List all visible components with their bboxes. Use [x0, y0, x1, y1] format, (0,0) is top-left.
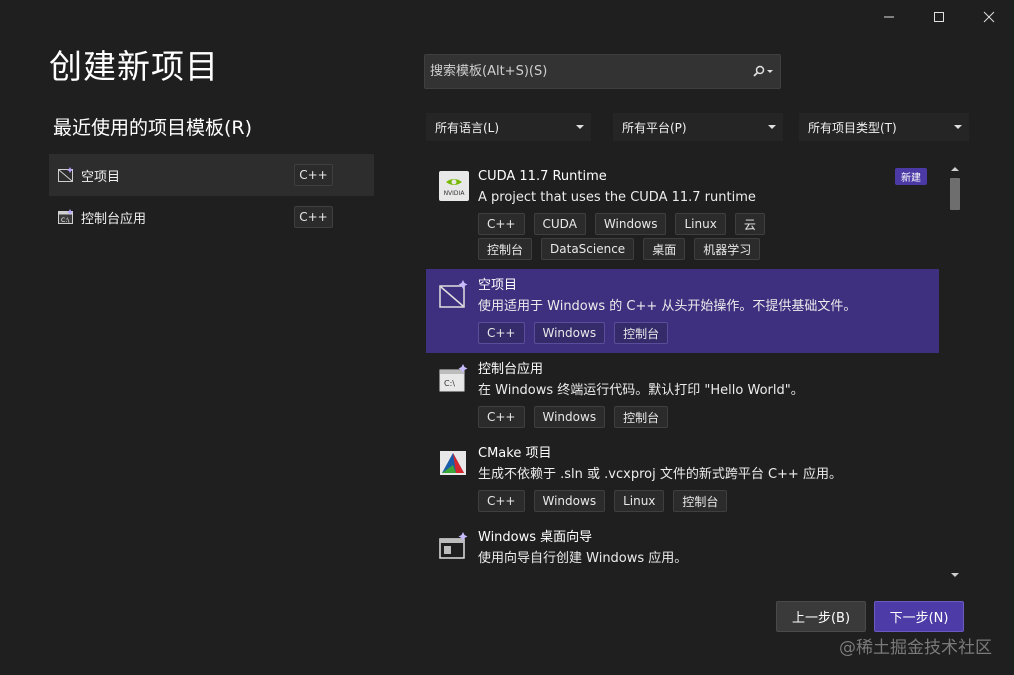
template-name: 控制台应用	[478, 362, 544, 377]
minimize-icon	[884, 16, 894, 18]
new-badge: 新建	[895, 168, 927, 185]
recent-item-empty-project[interactable]: 空项目 C++	[49, 154, 374, 196]
template-list: NVIDIA CUDA 11.7 Runtime A project that …	[426, 160, 939, 583]
template-list-scrollbar[interactable]	[946, 160, 964, 583]
tag: 桌面	[643, 238, 686, 260]
minimize-button[interactable]	[864, 0, 914, 34]
nvidia-icon: NVIDIA	[439, 171, 469, 201]
template-description: 生成不依赖于 .sln 或 .vcxproj 文件的新式跨平台 C++ 应用。	[478, 467, 842, 482]
project-type-filter-label: 所有项目类型(T)	[808, 120, 897, 135]
next-button[interactable]: 下一步(N)	[874, 601, 964, 632]
recent-templates-list: 空项目 C++ C:\ 控制台应用 C++	[49, 154, 374, 238]
template-tags: C++ Windows 控制台	[478, 322, 818, 345]
search-icon	[753, 65, 773, 77]
search-options-button[interactable]	[746, 55, 780, 88]
recent-templates-title: 最近使用的项目模板(R)	[53, 117, 253, 139]
tag: C++	[478, 406, 525, 428]
caret-down-icon	[951, 572, 959, 577]
tag: 控制台	[478, 238, 533, 260]
empty-project-icon	[439, 280, 468, 308]
template-search-box	[424, 54, 781, 89]
close-icon	[983, 11, 995, 23]
console-app-icon: C:\	[58, 209, 73, 224]
recent-item-console-app[interactable]: C:\ 控制台应用 C++	[49, 196, 374, 238]
desktop-wizard-icon	[439, 532, 468, 559]
scrollbar-thumb[interactable]	[950, 178, 960, 210]
template-name: 空项目	[478, 278, 518, 293]
template-item-desktop-wizard[interactable]: Windows 桌面向导 使用向导自行创建 Windows 应用。	[426, 521, 939, 577]
tag: CUDA	[533, 213, 586, 235]
tag: Windows	[533, 322, 606, 344]
tag: 云	[734, 213, 765, 235]
maximize-button[interactable]	[914, 0, 964, 34]
tag: Windows	[533, 406, 606, 428]
template-description: 使用适用于 Windows 的 C++ 从头开始操作。不提供基础文件。	[478, 299, 857, 314]
platform-filter-label: 所有平台(P)	[622, 120, 687, 135]
tag: 控制台	[614, 406, 669, 428]
template-item-empty-project[interactable]: 空项目 使用适用于 Windows 的 C++ 从头开始操作。不提供基础文件。 …	[426, 269, 939, 353]
cmake-icon	[440, 451, 466, 475]
template-item-cuda[interactable]: NVIDIA CUDA 11.7 Runtime A project that …	[426, 160, 939, 269]
template-item-console-app[interactable]: C:\ 控制台应用 在 Windows 终端运行代码。默认打印 "Hello W…	[426, 353, 939, 437]
chevron-down-icon	[768, 124, 776, 129]
scroll-down-button[interactable]	[946, 567, 964, 583]
template-name: CMake 项目	[478, 446, 552, 461]
tag: Linux	[675, 213, 726, 235]
template-tags: C++ CUDA Windows Linux 云 控制台 DataScience…	[478, 213, 818, 261]
close-button[interactable]	[964, 0, 1014, 34]
empty-project-icon	[58, 167, 73, 182]
template-tags: C++ Windows 控制台	[478, 406, 818, 429]
console-app-icon: C:\	[439, 364, 468, 392]
tag: Windows	[594, 213, 667, 235]
language-filter-dropdown[interactable]: 所有语言(L)	[426, 113, 591, 141]
language-filter-label: 所有语言(L)	[435, 120, 500, 135]
tag: C++	[478, 213, 525, 235]
template-description: 使用向导自行创建 Windows 应用。	[478, 551, 688, 566]
template-description: 在 Windows 终端运行代码。默认打印 "Hello World"。	[478, 383, 804, 398]
window-controls	[864, 0, 1014, 34]
svg-text:C:\: C:\	[444, 379, 455, 388]
platform-filter-dropdown[interactable]: 所有平台(P)	[613, 113, 783, 141]
project-type-filter-dropdown[interactable]: 所有项目类型(T)	[799, 113, 969, 141]
back-button[interactable]: 上一步(B)	[776, 601, 866, 632]
tag: 控制台	[614, 322, 669, 344]
page-title: 创建新项目	[49, 47, 219, 86]
tag: C++	[478, 490, 525, 512]
template-tags: C++ Windows Linux 控制台	[478, 490, 818, 513]
chevron-down-icon	[576, 124, 584, 129]
search-input[interactable]	[425, 55, 746, 88]
language-tag: C++	[294, 164, 333, 186]
tag: 机器学习	[694, 238, 761, 260]
caret-up-icon	[951, 166, 959, 171]
svg-text:NVIDIA: NVIDIA	[444, 190, 466, 197]
tag: C++	[478, 322, 525, 344]
template-item-cmake[interactable]: CMake 项目 生成不依赖于 .sln 或 .vcxproj 文件的新式跨平台…	[426, 437, 939, 521]
template-description: A project that uses the CUDA 11.7 runtim…	[478, 190, 756, 205]
chevron-down-icon	[954, 124, 962, 129]
template-name: CUDA 11.7 Runtime	[478, 169, 607, 184]
template-name: Windows 桌面向导	[478, 530, 593, 545]
watermark: @稀土掘金技术社区	[839, 638, 992, 658]
maximize-icon	[934, 12, 944, 22]
language-tag: C++	[294, 206, 333, 228]
svg-text:C:\: C:\	[61, 217, 70, 224]
scroll-up-button[interactable]	[946, 160, 964, 176]
tag: DataScience	[541, 238, 635, 260]
tag: Windows	[533, 490, 606, 512]
tag: Linux	[614, 490, 665, 512]
tag: 控制台	[673, 490, 728, 512]
